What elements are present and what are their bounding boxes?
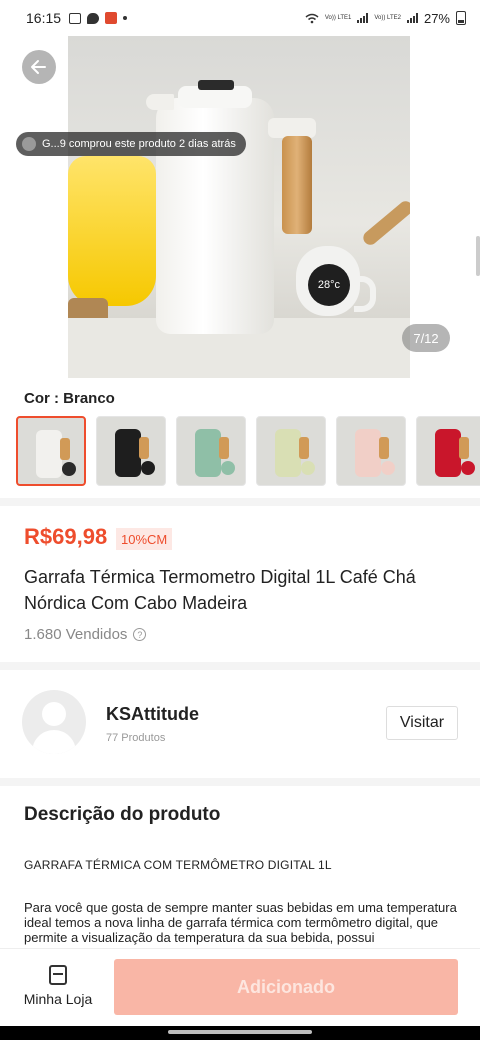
section-divider bbox=[0, 498, 480, 506]
product-photo: 28°c bbox=[68, 36, 410, 378]
more-notifications-icon bbox=[123, 16, 128, 20]
wifi-icon bbox=[305, 13, 319, 23]
app-notification-icon bbox=[105, 12, 118, 24]
help-icon[interactable]: ? bbox=[133, 628, 147, 641]
store-icon bbox=[49, 965, 67, 985]
color-option-verde[interactable] bbox=[176, 416, 246, 486]
home-gesture-handle[interactable] bbox=[168, 1030, 312, 1034]
description-body: Para você que gosta de sempre manter sua… bbox=[24, 900, 457, 945]
signal-2-icon bbox=[406, 13, 418, 23]
color-option-branco[interactable] bbox=[16, 416, 86, 486]
sold-count: 1.680 Vendidos ? bbox=[24, 626, 147, 643]
bottom-action-bar: Minha Loja Adicionado bbox=[0, 948, 480, 1026]
side-handle[interactable] bbox=[476, 236, 480, 276]
purchase-notice: G...9 comprou este produto 2 dias atrás bbox=[42, 138, 236, 150]
visit-store-button[interactable]: Visitar bbox=[386, 706, 458, 740]
my-store-label: Minha Loja bbox=[23, 991, 93, 1007]
status-right: Vo)) LTE1 Vo)) LTE2 27% bbox=[305, 11, 466, 26]
wood-branch bbox=[360, 198, 410, 248]
description-caps-line: GARRAFA TÉRMICA COM TERMÔMETRO DIGITAL 1… bbox=[24, 858, 332, 872]
add-to-cart-button[interactable]: Adicionado bbox=[114, 959, 458, 1015]
status-bar: 16:15 Vo)) LTE1 Vo)) LTE2 27% bbox=[0, 0, 480, 36]
color-option-preto[interactable] bbox=[96, 416, 166, 486]
store-name[interactable]: KSAttitude bbox=[106, 704, 199, 725]
battery-icon bbox=[456, 11, 466, 25]
recent-purchase-toast: G...9 comprou este produto 2 dias atrás bbox=[16, 132, 246, 156]
discount-tag: 10%CM bbox=[116, 528, 173, 550]
product-image-carousel[interactable]: 28°c G...9 comprou este produto 2 dias a… bbox=[0, 36, 480, 378]
cap-handle bbox=[354, 276, 376, 312]
store-product-count: 77 Produtos bbox=[106, 732, 166, 744]
sold-count-text: 1.680 Vendidos bbox=[24, 626, 128, 643]
store-avatar[interactable] bbox=[22, 690, 86, 754]
chat-icon bbox=[87, 12, 100, 24]
my-store-button[interactable]: Minha Loja bbox=[18, 965, 98, 1013]
image-counter: 7/12 bbox=[402, 324, 450, 352]
color-options bbox=[16, 416, 480, 488]
thermos-spout bbox=[146, 94, 174, 110]
thermos-display bbox=[198, 80, 234, 90]
product-title: Garrafa Térmica Termometro Digital 1L Ca… bbox=[24, 567, 416, 613]
product-price: R$69,98 bbox=[24, 524, 108, 549]
temperature-display: 28°c bbox=[308, 264, 350, 306]
back-button[interactable] bbox=[22, 50, 56, 84]
sim2-label: Vo)) LTE2 bbox=[374, 15, 401, 21]
battery-percent: 27% bbox=[423, 10, 450, 26]
buyer-avatar bbox=[22, 137, 36, 151]
thermos-handle-top bbox=[268, 118, 316, 138]
screenshot-icon bbox=[69, 12, 82, 24]
section-divider bbox=[0, 778, 480, 786]
description-heading: Descrição do produto bbox=[24, 804, 221, 825]
color-option-rosa[interactable] bbox=[336, 416, 406, 486]
section-divider bbox=[0, 662, 480, 670]
color-label: Cor : Branco bbox=[24, 390, 115, 407]
signal-1-icon bbox=[357, 13, 369, 23]
sim1-label: Vo)) LTE1 bbox=[324, 15, 352, 21]
thermos-wood-handle bbox=[282, 136, 312, 234]
notification-icons bbox=[69, 12, 128, 24]
status-time: 16:15 bbox=[26, 10, 62, 26]
juice-pitcher bbox=[68, 156, 156, 306]
color-option-creme[interactable] bbox=[256, 416, 326, 486]
color-option-vermelho[interactable] bbox=[416, 416, 480, 486]
arrow-left-icon bbox=[31, 60, 46, 74]
